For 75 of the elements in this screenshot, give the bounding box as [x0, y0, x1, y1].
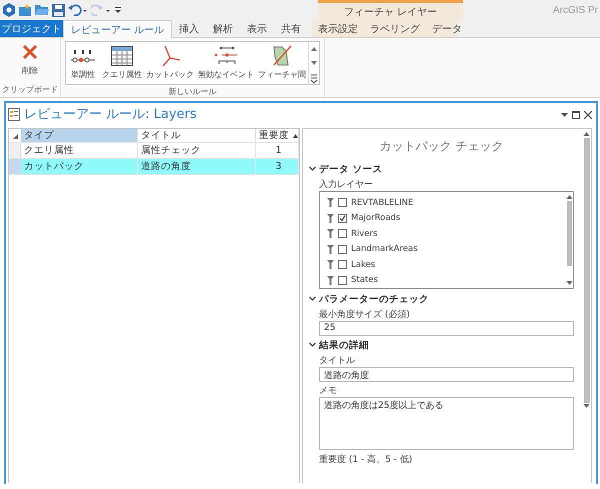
file-tab[interactable]: プロジェクト: [0, 20, 63, 37]
chevron-down-icon: [309, 296, 316, 302]
scrollbar-thumb[interactable]: [584, 138, 590, 403]
layer-name: LandmarkAreas: [351, 244, 418, 254]
open-folder-icon[interactable]: [35, 4, 49, 16]
scrollbar-thumb[interactable]: [566, 201, 572, 266]
ribbon-tab[interactable]: 表示設定: [312, 20, 364, 37]
column-header[interactable]: 重要度: [256, 129, 299, 142]
layer-name: REVTABLELINE: [351, 198, 414, 208]
ribbon-tab[interactable]: 共有: [274, 20, 308, 37]
scroll-down-icon[interactable]: [566, 280, 572, 286]
field-label: 最小角度サイズ (必須): [318, 308, 411, 321]
chevron-down-icon: [309, 342, 316, 348]
new-project-icon[interactable]: [18, 4, 32, 16]
ribbon-button[interactable]: クエリ属性: [100, 42, 144, 84]
table-cell: 3: [256, 159, 299, 174]
field-label: 重要度 (1 - 高、5 - 低): [318, 454, 414, 466]
dropdown-icon[interactable]: [561, 112, 568, 118]
scroll-up-icon[interactable]: [566, 194, 572, 200]
close-icon[interactable]: [584, 111, 592, 119]
checkbox-icon[interactable]: [338, 198, 347, 208]
table-cell: カットバック: [21, 159, 138, 174]
polygon-line-icon: [272, 45, 292, 67]
customize-menu-icon[interactable]: [114, 5, 122, 15]
field-label: 入力レイヤー: [318, 178, 374, 191]
checkbox-icon[interactable]: [338, 229, 347, 238]
section-header[interactable]: 結果の詳細: [309, 338, 574, 352]
undo-icon[interactable]: [68, 4, 88, 16]
field-label: メモ: [318, 385, 338, 397]
section-header[interactable]: データ ソース: [309, 162, 574, 176]
ribbon-button[interactable]: カットバック: [144, 42, 196, 84]
maximize-icon[interactable]: [572, 111, 580, 119]
field-label: タイトル: [318, 355, 356, 367]
contextual-group-title: フィーチャ レイヤー: [344, 6, 438, 18]
delete-icon: [22, 44, 38, 60]
checkbox-icon[interactable]: [338, 244, 347, 254]
ribbon-tab[interactable]: データ: [426, 20, 468, 37]
checked-checkbox-icon[interactable]: [338, 214, 347, 223]
app-name: ArcGIS Pr: [552, 4, 599, 16]
group-label: クリップボード: [1, 84, 59, 96]
layer-name: States: [351, 275, 378, 286]
checkbox-icon[interactable]: [338, 260, 347, 270]
ribbon-button[interactable]: 無効なイベント: [196, 42, 256, 84]
chevron-down-icon: [309, 166, 316, 172]
table-cell: 1: [256, 143, 299, 158]
group-label: 新しいルール: [168, 86, 218, 98]
ribbon-tab[interactable]: レビューアー ルール: [63, 20, 172, 38]
section-header[interactable]: パラメーターのチェック: [309, 292, 574, 306]
ribbon-tab[interactable]: 挿入: [172, 20, 206, 37]
table-cell: クエリ属性: [21, 143, 138, 158]
table-cell: 属性チェック: [138, 143, 256, 158]
ribbon-tab[interactable]: 解析: [206, 20, 240, 37]
event-line-icon: [213, 46, 239, 66]
layer-name: MajorRoads: [351, 213, 400, 224]
memo-field[interactable]: 道路の角度は25度以上である: [319, 397, 574, 450]
dot-sequence-icon: [70, 47, 96, 65]
table-cell: 道路の角度: [138, 159, 256, 174]
column-header[interactable]: タイプ: [21, 129, 138, 142]
layer-name: Rivers: [351, 228, 378, 239]
ribbon-button[interactable]: 削除: [13, 38, 47, 83]
checkbox-icon[interactable]: [338, 276, 347, 285]
ribbon-button[interactable]: フィーチャ間: [256, 42, 308, 84]
pane-title: レビューアー ルール: Layers: [24, 106, 197, 123]
ribbon-tab[interactable]: 表示: [240, 20, 274, 37]
save-icon[interactable]: [52, 4, 65, 16]
layer-name: Lakes: [351, 260, 376, 270]
column-header[interactable]: タイトル: [138, 129, 256, 142]
input-field[interactable]: 道路の角度: [319, 367, 574, 382]
input-field[interactable]: 25: [319, 321, 574, 336]
panel-title: カットバック チェック: [378, 138, 504, 155]
ribbon-button[interactable]: 単調性: [66, 42, 100, 84]
ribbon-tab[interactable]: ラベリング: [364, 20, 426, 37]
app-logo-icon[interactable]: [3, 3, 15, 17]
table-icon: [8, 108, 20, 120]
table-grid-icon: [111, 46, 133, 66]
